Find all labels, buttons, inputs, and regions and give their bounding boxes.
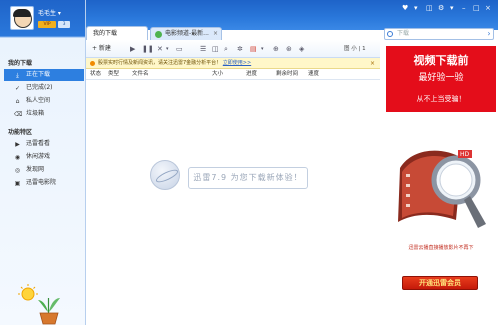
download-icon: ⤓: [16, 72, 19, 79]
window-controls: ♥ ▾ ◫ ⚙ ▾ – □ ×: [384, 4, 496, 18]
sidebar-item-trash[interactable]: ⌫ 垃圾箱: [4, 108, 84, 120]
delete-icon[interactable]: ✕: [157, 44, 163, 54]
notice-close-button[interactable]: ×: [370, 58, 378, 69]
start-icon[interactable]: ▶: [130, 44, 135, 54]
view-toggle[interactable]: 图 小 | 1: [344, 44, 366, 54]
avatar[interactable]: [10, 6, 34, 30]
sidebar-item-label: 迅雷看看: [26, 140, 51, 147]
dropdown-icon[interactable]: ▾: [166, 44, 169, 54]
ad-caption: 迅雷云播直接播放影片不再下: [408, 245, 474, 251]
lock-icon: ⌂: [15, 98, 20, 105]
gear-icon[interactable]: ⚙: [438, 4, 444, 12]
folder-icon[interactable]: ▭: [176, 44, 183, 54]
check-icon: ✓: [14, 85, 21, 92]
minimize-button[interactable]: –: [462, 4, 466, 12]
search-button[interactable]: ›: [484, 28, 494, 40]
tab-my-downloads[interactable]: 我的下载: [86, 26, 148, 40]
film-icon: ▣: [14, 180, 21, 187]
play-icon: ▶: [15, 141, 20, 148]
film-magnifier-icon: HD: [398, 150, 486, 228]
sidebar-section-features: 功能特区: [8, 129, 33, 136]
vip-signup-button[interactable]: 开通迅雷会员: [402, 276, 478, 290]
pause-icon[interactable]: ❚❚: [142, 44, 154, 54]
sidebar-item-label: 私人空间: [26, 97, 51, 104]
gamepad-icon: ◉: [14, 154, 21, 161]
speed-icon[interactable]: ▤: [250, 44, 257, 54]
username[interactable]: 毛毛生 ▾: [38, 8, 61, 17]
options-dropdown-icon[interactable]: ▾: [450, 4, 454, 12]
sidebar-item-downloading[interactable]: ⤓ 正在下载: [4, 69, 84, 81]
sidebar-item-cinema[interactable]: ▣ 迅雷电影院: [4, 177, 84, 189]
column-size[interactable]: 大小: [212, 69, 223, 80]
sidebar-section-downloads: 我的下载: [8, 60, 33, 67]
column-type[interactable]: 类型: [108, 69, 119, 80]
sidebar-item-private[interactable]: ⌂ 私人空间: [4, 95, 84, 107]
sidebar-item-label: 已完成(2): [26, 84, 53, 91]
ad-tagline: 从不上当受骗！: [416, 95, 466, 103]
list-icon[interactable]: ☰: [200, 44, 206, 54]
notice-bar: 股票实时行情及新闻资讯，请关注迅雷7金融分析平台！ 立即使用>>: [86, 58, 380, 69]
planet-logo-icon: [150, 160, 180, 190]
sidebar-item-kankan[interactable]: ▶ 迅雷看看: [4, 138, 84, 150]
movie-channel-icon: [155, 31, 162, 38]
open-icon[interactable]: ◫: [212, 44, 219, 54]
sidebar-item-label: 垃圾箱: [26, 110, 45, 117]
notice-text: 股票实时行情及新闻资讯，请关注迅雷7金融分析平台！: [98, 60, 222, 66]
close-tab-icon[interactable]: ×: [213, 28, 218, 40]
new-task-button[interactable]: + 新建: [92, 44, 111, 54]
level-badge: 3: [58, 21, 70, 28]
column-header-row: 状态 类型 文件名 大小 进度 剩余时间 速度: [86, 69, 380, 80]
tab-movie-channel[interactable]: 电影频道-最新... ×: [150, 27, 222, 40]
heart-icon[interactable]: ♥: [402, 4, 408, 12]
menu-dropdown-icon[interactable]: ▾: [414, 4, 418, 12]
search-input[interactable]: 下载: [384, 28, 494, 40]
tab-label: 电影频道-最新...: [165, 30, 209, 37]
notice-link[interactable]: 立即使用>>: [223, 60, 251, 66]
ad-title: 视频下载前: [413, 54, 469, 67]
settings-icon[interactable]: ✲: [237, 44, 243, 54]
gamepad-icon[interactable]: ◈: [299, 44, 304, 54]
download-list[interactable]: [86, 80, 380, 325]
compass-icon: ◎: [14, 167, 21, 174]
toolbar: + 新建 ▶ ❚❚ ✕ ▾ ▭ ☰ ◫ ⌕ ✲ ▤ ▾ ⊕ ⊛ ◈ 图 小 | …: [86, 40, 380, 58]
close-button[interactable]: ×: [485, 4, 491, 12]
plant-decoration-icon: [18, 284, 60, 325]
sidebar-item-games[interactable]: ◉ 休闲游戏: [4, 151, 84, 163]
column-filename[interactable]: 文件名: [132, 69, 149, 80]
search-field-icon: [387, 31, 393, 37]
skin-icon[interactable]: ◫: [426, 4, 433, 12]
column-remaining[interactable]: 剩余时间: [276, 69, 298, 80]
svg-text:HD: HD: [460, 151, 470, 158]
speed-dropdown-icon[interactable]: ▾: [261, 44, 264, 54]
trash-icon: ⌫: [14, 111, 23, 118]
share-icon[interactable]: ⊛: [286, 44, 292, 54]
sidebar-item-label: 正在下载: [26, 71, 51, 78]
column-status[interactable]: 状态: [90, 69, 101, 80]
sidebar-item-label: 发现网: [26, 166, 45, 173]
sidebar-item-label: 迅雷电影院: [26, 179, 57, 186]
globe-icon[interactable]: ⊕: [273, 44, 279, 54]
column-speed[interactable]: 速度: [308, 69, 319, 80]
vip-badge[interactable]: VIP: [38, 21, 56, 28]
search-icon[interactable]: ⌕: [224, 44, 228, 54]
maximize-button[interactable]: □: [473, 4, 480, 12]
sidebar-item-label: 休闲游戏: [26, 153, 51, 160]
ad-subtitle: 最好验一验: [418, 73, 464, 83]
sidebar-item-completed[interactable]: ✓ 已完成(2): [4, 82, 84, 94]
notice-icon: [90, 61, 95, 66]
empty-state-message: 迅雷7.9 为您下载新体验！: [188, 167, 308, 189]
sidebar-item-discover[interactable]: ◎ 发现网: [4, 164, 84, 176]
column-progress[interactable]: 进度: [246, 69, 257, 80]
